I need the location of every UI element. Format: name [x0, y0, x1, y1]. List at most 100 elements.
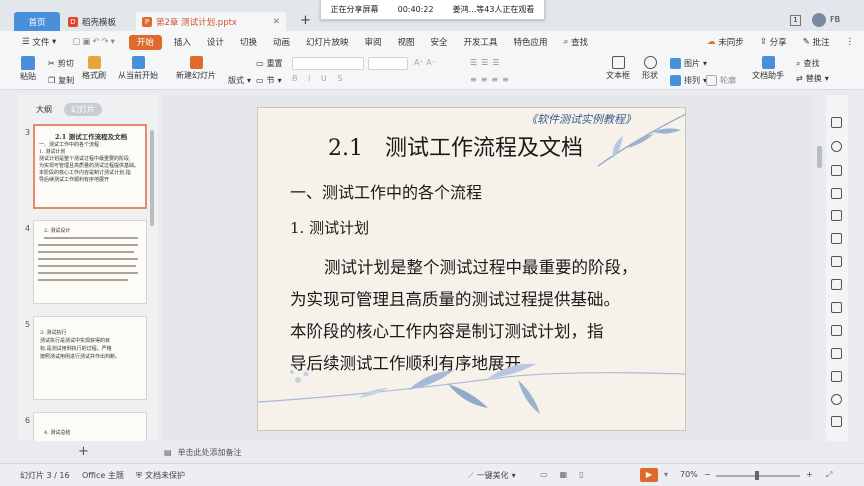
record-icon[interactable]: [831, 279, 842, 290]
tab-slides[interactable]: 幻灯片: [64, 103, 102, 116]
slide-thumb-3[interactable]: 2.1 测试工作流程及文档 一、测试工作中的各个流程 1. 测试计划 测试计划是…: [33, 124, 147, 209]
copy-button[interactable]: ❐ 复制: [48, 75, 74, 86]
menu-item-8[interactable]: 开发工具: [456, 31, 506, 53]
slide-paragraph-line[interactable]: 本阶段的核心工作内容是制订测试计划，指: [290, 318, 604, 342]
share-viewers: 姜鸿...等43人正在观看: [452, 5, 535, 14]
share-button[interactable]: ⇪ 分享: [752, 31, 795, 53]
table-icon[interactable]: [831, 210, 842, 221]
menu-file[interactable]: ☰ 文件 ▾: [0, 31, 64, 53]
section-button[interactable]: ▭ 节 ▾: [256, 75, 282, 86]
quick-access-toolbar[interactable]: ▢▣↶↷▾: [64, 31, 125, 53]
new-slide-button[interactable]: 新建幻灯片: [176, 56, 216, 81]
protection-status[interactable]: ⛨ 文档未保护: [136, 470, 185, 481]
shape-button[interactable]: 形状: [642, 56, 658, 81]
property-icon[interactable]: [831, 117, 842, 128]
bar-chart-icon[interactable]: [831, 256, 842, 267]
design-icon[interactable]: [831, 141, 842, 152]
menu-item-6[interactable]: 视图: [390, 31, 423, 53]
slide[interactable]: 《软件测试实例教程》 2.1 测试工作流程及文档 一、测试工作中的各个流程 1.…: [257, 107, 686, 431]
menu-item-3[interactable]: 动画: [265, 31, 298, 53]
panel-scrollbar[interactable]: [150, 130, 154, 226]
format-painter-button[interactable]: 格式刷: [82, 56, 106, 81]
tab-document[interactable]: P 第2章 测试计划.pptx ✕: [136, 12, 286, 31]
replace-label: 替换: [805, 74, 822, 83]
close-tab-icon[interactable]: ✕: [273, 17, 280, 27]
canvas-scrollbar[interactable]: [817, 146, 822, 168]
picture-button[interactable]: 图片 ▾: [670, 58, 707, 69]
zoom-level[interactable]: 70%: [680, 470, 698, 479]
slide-title[interactable]: 2.1 测试工作流程及文档: [328, 130, 583, 162]
notes-bar[interactable]: ▤ 单击此处添加备注: [18, 441, 864, 463]
zoom-slider-handle[interactable]: [755, 471, 759, 480]
reset-label: 重置: [266, 59, 283, 68]
view-buttons[interactable]: ▭ ▦ ▯: [540, 470, 584, 479]
text-assistant-button[interactable]: 文档助手: [752, 56, 784, 81]
new-tab-button[interactable]: +: [300, 13, 311, 28]
reading-view-icon[interactable]: ▯: [579, 470, 583, 479]
reset-button[interactable]: ▭ 重置: [256, 58, 283, 69]
layout-button[interactable]: 版式 ▾: [228, 75, 251, 86]
outline-button[interactable]: 轮廓: [706, 75, 736, 86]
paste-button[interactable]: 粘贴: [20, 56, 36, 82]
settings-icon[interactable]: [831, 416, 842, 427]
menu-item-9[interactable]: 特色应用: [506, 31, 556, 53]
find-button[interactable]: ⌕ 查找: [796, 58, 819, 69]
fit-window-icon[interactable]: ⤢: [826, 470, 832, 480]
slide-paragraph-line[interactable]: 为实现可管理且高质量的测试过程提供基础。: [290, 286, 620, 310]
normal-view-icon[interactable]: ▭: [540, 470, 548, 479]
thumb-number: 4: [25, 224, 31, 233]
sync-status[interactable]: ☁ 未同步: [699, 31, 752, 53]
menu-item-5[interactable]: 审阅: [356, 31, 389, 53]
slide-sorter-icon[interactable]: ▦: [560, 470, 568, 479]
thumb-text-line: [38, 272, 138, 274]
font-name-select[interactable]: [292, 57, 364, 70]
play-from-current-button[interactable]: 从当前开始: [118, 56, 158, 81]
help-icon[interactable]: [831, 394, 842, 405]
beautify-button[interactable]: ⟋ 一键美化 ▾: [468, 470, 516, 481]
font-size-select[interactable]: [368, 57, 408, 70]
slide-item-heading[interactable]: 1. 测试计划: [290, 217, 369, 238]
align-buttons[interactable]: ≡≡≡≡: [470, 75, 513, 84]
comment-panel-icon[interactable]: [831, 348, 842, 359]
arrange-button[interactable]: 排列 ▾: [670, 75, 707, 86]
menu-item-7[interactable]: 安全: [423, 31, 456, 53]
menu-item-0[interactable]: 插入: [166, 31, 199, 53]
comment-button[interactable]: ✎ 批注: [795, 31, 838, 53]
slide-section-heading[interactable]: 一、测试工作中的各个流程: [290, 179, 482, 203]
image-panel-icon[interactable]: [831, 371, 842, 382]
menu-item-1[interactable]: 设计: [199, 31, 232, 53]
shape-panel-icon[interactable]: [831, 188, 842, 199]
font-style-buttons[interactable]: B I U S: [292, 74, 346, 83]
copy-label: 复制: [58, 76, 75, 85]
share-panel-icon[interactable]: [831, 325, 842, 336]
slideshow-play-button[interactable]: ▶: [640, 468, 658, 482]
backup-icon[interactable]: [831, 302, 842, 313]
animation-icon[interactable]: [831, 165, 842, 176]
menu-start[interactable]: 开始: [128, 34, 162, 50]
replace-icon: ⇄: [796, 74, 803, 83]
textbox-button[interactable]: 文本框: [606, 56, 630, 81]
tab-templates[interactable]: D 稻壳模板: [62, 12, 130, 31]
cut-button[interactable]: ✂ 剪切: [48, 58, 74, 69]
avatar[interactable]: [812, 13, 826, 27]
replace-button[interactable]: ⇄ 替换 ▾: [796, 73, 829, 84]
slide-thumb-4[interactable]: 2. 测试设计: [33, 220, 147, 304]
font-grow-shrink[interactable]: A⁺ A⁻: [414, 58, 436, 67]
add-slide-button[interactable]: +: [78, 444, 89, 459]
slide-thumb-5[interactable]: 3. 测试执行 测试执行是测试中实现获得的目 标,是测试用例执行的过程。严格 按…: [33, 316, 147, 400]
menu-item-4[interactable]: 幻灯片放映: [298, 31, 357, 53]
chart-icon[interactable]: [831, 233, 842, 244]
menu-file-label: 文件: [32, 38, 50, 48]
slide-thumb-6[interactable]: 4. 测试总结: [33, 412, 147, 441]
slideshow-dropdown[interactable]: ▾: [664, 470, 668, 479]
search-box[interactable]: ⌕ 查找: [556, 31, 596, 53]
slide-paragraph-line[interactable]: 测试计划是整个测试过程中最重要的阶段，: [324, 254, 638, 278]
zoom-in-button[interactable]: +: [806, 470, 813, 479]
zoom-out-button[interactable]: −: [704, 470, 711, 479]
tab-home[interactable]: 首页: [14, 12, 60, 31]
menu-item-2[interactable]: 切换: [232, 31, 265, 53]
thumb-line: 2. 测试设计: [44, 228, 71, 234]
more-icon[interactable]: ⋮: [838, 31, 864, 53]
paragraph-buttons[interactable]: ☰☰☰: [470, 58, 504, 67]
tab-outline[interactable]: 大纲: [36, 104, 52, 115]
